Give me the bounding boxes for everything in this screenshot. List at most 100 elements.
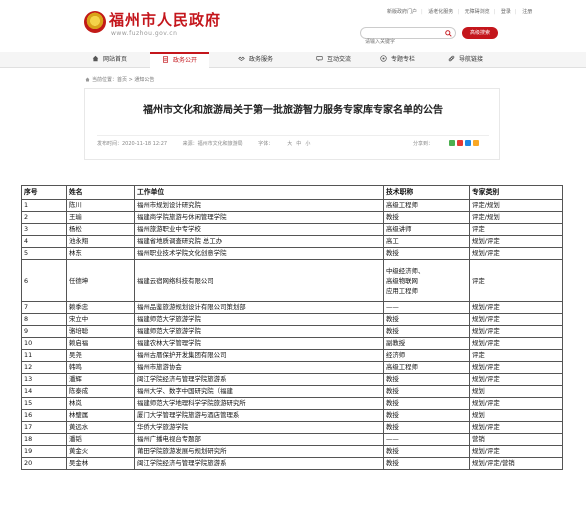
search-input[interactable] (365, 37, 447, 47)
cell-index: 5 (21, 247, 67, 260)
advanced-search-button[interactable]: 高级搜索 (462, 27, 498, 39)
cell-employer: 福建云宿网络科技有限公司 (134, 259, 384, 302)
font-size-small[interactable]: 小 (305, 141, 310, 147)
table-row: 18 潘韬 福州广播电视台专题部 —— 营销 (21, 433, 563, 446)
cell-title: 教授 (383, 409, 470, 422)
cell-employer: 福州大学、数字中国研究院（福建 (134, 385, 384, 398)
article-card: 福州市文化和旅游局关于第一批旅游智力服务专家库专家名单的公告 发布时间：2020… (84, 88, 500, 160)
cell-index: 19 (21, 445, 67, 458)
table-row: 20 吴金林 闽江学院经济与管理学院旅游系 教授 规划/评定/营销 (21, 457, 563, 470)
wechat-share-icon[interactable] (449, 140, 455, 146)
cell-name: 杨松 (66, 223, 135, 236)
nav-government-affairs[interactable]: 政务公开 (150, 52, 210, 68)
cell-category: 规划/评定 (469, 361, 563, 374)
cell-title: 教授 (383, 313, 470, 326)
cell-title: —— (383, 433, 470, 446)
table-row: 8 宋立中 福建师范大学旅游学院 教授 规划/评定 (21, 313, 563, 326)
col-header-employer: 工作单位 (134, 185, 384, 200)
link-icon (448, 55, 455, 62)
cell-title: 高工 (383, 235, 470, 248)
site-header: 福州市人民政府 www.fuzhou.gov.cn 新版政府门户 | 适老化服务 |… (0, 0, 586, 50)
cell-title: 教授 (383, 373, 470, 386)
col-header-name: 姓名 (66, 185, 135, 200)
main-nav: 网站首页 政务公开 政务服务 互动交流 专题专栏 导航链接 (0, 52, 586, 68)
nav-home[interactable]: 网站首页 (80, 52, 139, 68)
font-size-medium[interactable]: 中 (296, 141, 301, 147)
cell-name: 吴尧 (66, 349, 135, 362)
cell-name: 黄金火 (66, 445, 135, 458)
cell-index: 6 (21, 259, 67, 302)
col-header-title: 技术职称 (383, 185, 470, 200)
cell-category: 规划/评定 (469, 397, 563, 410)
cell-index: 9 (21, 325, 67, 338)
cell-employer: 福州古厝保护开发集团有限公司 (134, 349, 384, 362)
cell-index: 13 (21, 373, 67, 386)
weibo-share-icon[interactable] (457, 140, 463, 146)
top-link-elderly[interactable]: 适老化服务 (428, 9, 453, 15)
cell-employer: 福州旅游职业中专学校 (134, 223, 384, 236)
cell-title: 教授 (383, 445, 470, 458)
table-row: 16 林璧属 厦门大学管理学院旅游与酒店管理系 教授 规划 (21, 409, 563, 422)
table-row: 10 赖启福 福建农林大学管理学院 副教授 规划/评定 (21, 337, 563, 350)
table-row: 1 陈川 福州市规划设计研究院 高级工程师 评定/规划 (21, 199, 563, 212)
cell-category: 评定 (469, 259, 563, 302)
cell-index: 18 (21, 433, 67, 446)
table-row: 6 任德坤 福建云宿网络科技有限公司 中级经济师、 高级物联网 应用工程师 评定 (21, 259, 563, 302)
qzone-share-icon[interactable] (473, 140, 479, 146)
nav-interaction[interactable]: 互动交流 (304, 52, 363, 68)
cell-name: 赖季忠 (66, 301, 135, 314)
cell-employer: 福州市旅游协会 (134, 361, 384, 374)
breadcrumb-path[interactable]: 首页 > 通知公告 (117, 77, 154, 83)
cell-name: 骆培聪 (66, 325, 135, 338)
cell-name: 潘辉 (66, 373, 135, 386)
cell-name: 韩鸣 (66, 361, 135, 374)
cell-index: 3 (21, 223, 67, 236)
table-row: 9 骆培聪 福建师范大学旅游学院 教授 规划/评定 (21, 325, 563, 338)
search-icon[interactable] (445, 30, 452, 37)
top-link-register[interactable]: 注册 (522, 9, 532, 15)
target-icon (380, 55, 387, 62)
cell-title: 中级经济师、 高级物联网 应用工程师 (383, 259, 470, 302)
cell-employer: 闽江学院经济与管理学院旅游系 (134, 457, 384, 470)
publish-time: 发布时间：2020-11-18 12:27 (97, 141, 168, 147)
cell-name: 潘韬 (66, 433, 135, 446)
nav-home-label: 网站首页 (103, 56, 128, 63)
cell-employer: 莆田学院旅游发展与规划研究所 (134, 445, 384, 458)
cell-category: 规划/评定 (469, 235, 563, 248)
cell-title: 教授 (383, 421, 470, 434)
cell-index: 11 (21, 349, 67, 362)
cell-index: 10 (21, 337, 67, 350)
nav-topics[interactable]: 专题专栏 (368, 52, 427, 68)
table-row: 4 池永翔 福建省地质调查研究院 总工办 高工 规划/评定 (21, 235, 563, 248)
font-size-control: 字体： 大中小 (258, 141, 324, 147)
cell-index: 2 (21, 211, 67, 224)
cell-employer: 闽江学院经济与管理学院旅游系 (134, 373, 384, 386)
col-header-index: 序号 (21, 185, 67, 200)
top-link-accessibility[interactable]: 无障碍浏览 (465, 9, 490, 15)
cell-title: 教授 (383, 385, 470, 398)
nav-interaction-label: 互动交流 (327, 56, 352, 63)
nav-links[interactable]: 导航链接 (436, 52, 495, 68)
cell-employer: 福建省地质调查研究院 总工办 (134, 235, 384, 248)
cell-name: 吴金林 (66, 457, 135, 470)
home-icon (92, 55, 99, 62)
cell-title: 高级讲师 (383, 223, 470, 236)
cell-title: 教授 (383, 325, 470, 338)
font-size-large[interactable]: 大 (287, 141, 292, 147)
cell-name: 林东 (66, 247, 135, 260)
top-link-login[interactable]: 登录 (501, 9, 511, 15)
cell-name: 陈泰成 (66, 385, 135, 398)
font-size-label: 字体： (258, 141, 274, 147)
nav-links-label: 导航链接 (459, 56, 484, 63)
site-title[interactable]: 福州市人民政府 (109, 9, 221, 30)
nav-services[interactable]: 政务服务 (226, 52, 285, 68)
cell-index: 7 (21, 301, 67, 314)
cell-title: 教授 (383, 397, 470, 410)
cell-index: 17 (21, 421, 67, 434)
cell-index: 15 (21, 397, 67, 410)
top-link-new-portal[interactable]: 新版政府门户 (387, 9, 417, 15)
qq-share-icon[interactable] (465, 140, 471, 146)
cell-category: 规划/评定 (469, 445, 563, 458)
cell-employer: 福建商学院旅游与休闲管理学院 (134, 211, 384, 224)
cell-index: 20 (21, 457, 67, 470)
